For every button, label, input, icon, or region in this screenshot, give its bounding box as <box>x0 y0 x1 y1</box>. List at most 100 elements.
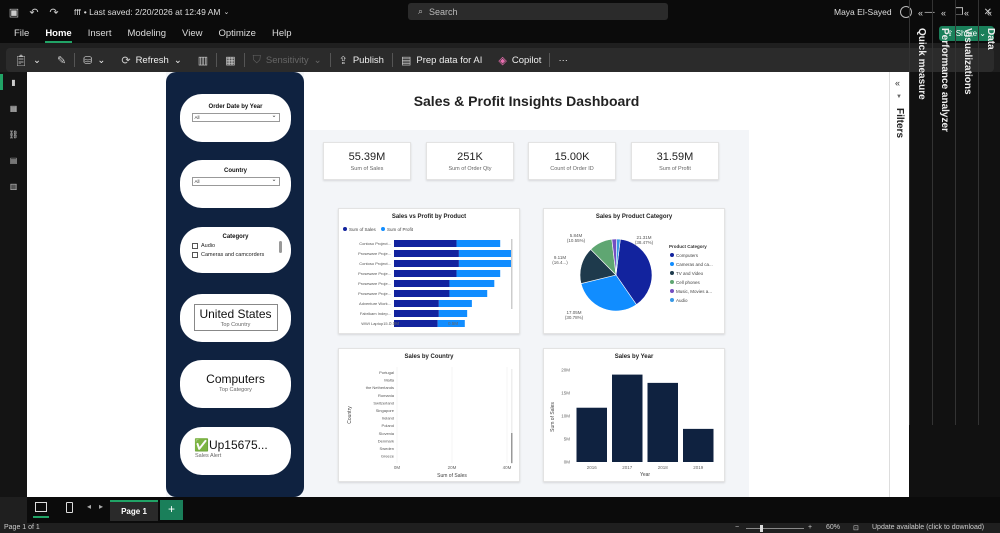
bar <box>576 407 607 462</box>
country-dropdown[interactable]: All <box>191 176 280 186</box>
redo-icon[interactable]: ↷ <box>44 6 64 19</box>
copilot-button[interactable]: ◈ Copilot <box>490 48 549 72</box>
brush-icon: ✎ <box>56 54 67 67</box>
menu-optimize[interactable]: Optimize <box>210 28 263 39</box>
collapse-filters-icon[interactable]: « <box>895 78 900 88</box>
prep-data-button[interactable]: ▤ Prep data for AI <box>393 48 490 72</box>
user-name: Maya El-Sayed <box>834 7 892 17</box>
legend-label: Computers <box>676 253 699 258</box>
sales-by-category-chart[interactable]: Sales by Product Category 21.31M (38.47%)… <box>543 208 725 334</box>
x-tick-label: 0.0M <box>389 321 399 326</box>
filters-pane[interactable]: « ▼ Filters <box>889 72 909 497</box>
order-date-dropdown[interactable]: All <box>191 112 280 122</box>
menu-help[interactable]: Help <box>264 28 300 39</box>
chevron-left-icon[interactable]: « <box>987 8 992 18</box>
visualizations-pane[interactable]: « Visualizations <box>955 0 978 425</box>
x-tick-label: 2018 <box>658 465 669 470</box>
tmdl-view-icon[interactable]: ▥ <box>7 182 20 195</box>
x-tick-label: 2017 <box>622 465 633 470</box>
menu-insert[interactable]: Insert <box>80 28 120 39</box>
fit-to-page-icon[interactable]: ⊡ <box>853 524 859 532</box>
x-tick-label: 2016 <box>587 465 598 470</box>
chart-plot: Portugal Malta the Netherlands Romania Switz… <box>347 367 513 479</box>
category-label: Fabrikam Indep... <box>360 311 391 316</box>
desktop-layout-icon[interactable] <box>35 502 47 512</box>
kpi-label: Sum of Sales <box>350 166 384 172</box>
status-bar: Page 1 of 1 − + 60% ⊡ Update available (… <box>0 523 1000 533</box>
country-slicer-title: Country <box>224 168 247 174</box>
table-view-icon[interactable]: ▦ <box>7 104 20 117</box>
sales-vs-profit-chart[interactable]: Sales vs Profit by Product Sum of Sales S… <box>338 208 520 334</box>
add-page-button[interactable]: + <box>160 500 183 520</box>
user-account[interactable]: Maya El-Sayed <box>834 0 912 24</box>
update-available-link[interactable]: Update available (click to download) <box>872 524 984 531</box>
kpi-label: Sum of Order Qty <box>448 166 492 172</box>
publish-button[interactable]: ⇪ Publish <box>331 48 392 72</box>
search-box[interactable]: ⌕ Search <box>408 3 668 20</box>
bar-sales <box>394 270 457 277</box>
menu-file[interactable]: File <box>6 28 37 39</box>
report-view-icon[interactable]: ▮ <box>7 78 20 91</box>
new-visual-button[interactable]: ▥ <box>190 48 216 72</box>
search-placeholder: Search <box>429 6 458 17</box>
bar-profit <box>438 300 472 307</box>
y-axis-label: Sum of Sales <box>550 402 556 432</box>
dax-query-view-icon[interactable]: ▤ <box>7 156 20 169</box>
page-tab[interactable]: Page 1 <box>110 500 158 521</box>
country-slicer[interactable]: Country All <box>180 160 291 208</box>
pane-label: Quick measure <box>916 28 927 100</box>
save-icon[interactable]: ▣ <box>4 6 24 19</box>
format-painter-button[interactable]: ✎ <box>49 48 74 72</box>
category-option[interactable]: Audio <box>192 243 291 249</box>
clipboard-button[interactable]: 📋︎ ⌄ <box>6 48 49 72</box>
category-option[interactable]: Cameras and camcorders <box>192 252 291 258</box>
chevron-left-icon[interactable]: « <box>918 8 923 18</box>
menu-modeling[interactable]: Modeling <box>119 28 174 39</box>
chevron-left-icon[interactable]: « <box>941 8 946 18</box>
sensitivity-button[interactable]: ⛉ Sensitivity ⌄ <box>245 48 330 72</box>
checkbox[interactable] <box>192 243 198 249</box>
get-data-button[interactable]: ⛁ ⌄ <box>75 48 113 72</box>
chevron-left-icon[interactable]: « <box>964 8 969 18</box>
checkbox[interactable] <box>192 252 198 258</box>
category-slicer[interactable]: Category Audio Cameras and camcorders <box>180 227 291 273</box>
legend-marker <box>670 271 674 275</box>
order-date-slicer[interactable]: Order Date by Year All <box>180 94 291 142</box>
prev-page-icon[interactable]: ◂ <box>87 502 91 511</box>
legend-label: TV and Video <box>676 271 704 276</box>
bar-profit <box>456 240 501 247</box>
legend-marker <box>670 280 674 284</box>
sales-by-year-chart[interactable]: Sales by Year 0M 5M 10M 15M 20M 2016 2017 2018 2… <box>543 348 725 482</box>
quick-measure-pane[interactable]: « Quick measure <box>909 0 932 425</box>
next-page-icon[interactable]: ▸ <box>99 502 103 511</box>
top-category-value: Computers <box>206 372 265 386</box>
calculator-icon: ▦ <box>225 54 236 67</box>
performance-analyzer-pane[interactable]: « Performance analyzer <box>932 0 955 425</box>
y-tick-label: 20M <box>561 368 570 373</box>
sales-by-country-chart[interactable]: Sales by Country Portugal Malta the Nether… <box>338 348 520 482</box>
menu-view[interactable]: View <box>174 28 210 39</box>
chart-plot: Sum of Sales Sum of Profit Contoso Project… <box>343 227 513 327</box>
model-view-icon[interactable]: ⛓ <box>7 130 20 143</box>
bar-profit <box>458 260 512 267</box>
data-label: (30.78%) <box>565 315 584 320</box>
zoom-slider-thumb[interactable] <box>760 525 763 532</box>
zoom-slider[interactable] <box>746 528 804 529</box>
zoom-out-icon[interactable]: − <box>735 524 739 531</box>
undo-icon[interactable]: ↶ <box>24 6 44 19</box>
calculator-button[interactable]: ▦ <box>217 48 243 72</box>
sensitivity-label: Sensitivity <box>265 54 309 66</box>
slicer-scrollbar[interactable] <box>279 241 282 253</box>
menu-home[interactable]: Home <box>37 28 79 43</box>
mobile-layout-icon[interactable] <box>66 502 73 513</box>
zoom-in-icon[interactable]: + <box>808 524 812 531</box>
chevron-down-icon[interactable]: ⌄ <box>224 8 230 16</box>
pane-label: Performance analyzer <box>939 28 950 132</box>
kpi-value: 15.00K <box>554 151 590 163</box>
x-tick-label: 20M <box>448 465 457 470</box>
data-pane[interactable]: « Data <box>978 0 1000 425</box>
more-button[interactable]: ··· <box>550 48 576 72</box>
category-option-label: Cameras and camcorders <box>201 252 265 258</box>
refresh-button[interactable]: ⟳ Refresh ⌄ <box>113 48 189 72</box>
publish-label: Publish <box>352 54 384 66</box>
